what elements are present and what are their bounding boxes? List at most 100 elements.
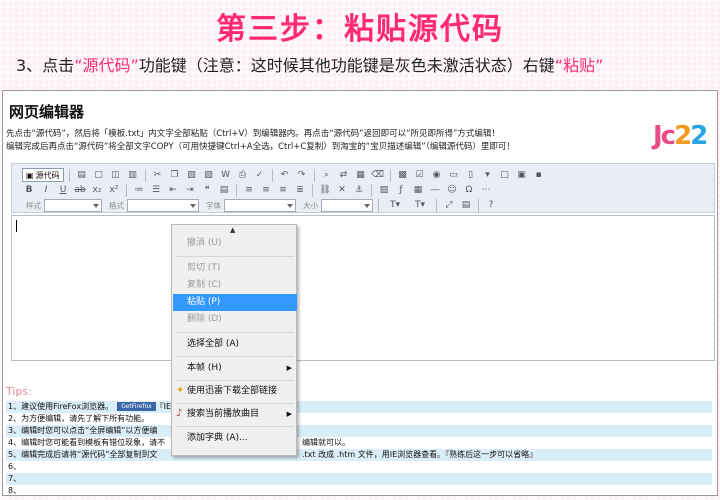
thunder-icon: ✦ bbox=[176, 385, 185, 396]
hr-icon[interactable]: ― bbox=[428, 183, 442, 197]
superscript-icon[interactable]: x² bbox=[107, 183, 121, 197]
new-page-icon[interactable]: ▢ bbox=[92, 168, 106, 182]
context-menu: ▲ 撤消 (U) 剪切 (T) 复制 (C) 粘贴 (P) 删除 (D) 选择全… bbox=[171, 224, 297, 456]
unlink-icon[interactable]: ✕ bbox=[335, 183, 349, 197]
redo-icon[interactable]: ↷ bbox=[295, 168, 309, 182]
editor-instructions: 先点击“源代码”，然后将「模板.txt」内文字全部粘贴（Ctrl+V）到编辑器内… bbox=[6, 128, 515, 154]
image-button-icon[interactable]: ▣ bbox=[515, 168, 529, 182]
anchor-icon[interactable]: ⚓ bbox=[352, 183, 366, 197]
bulleted-list-icon[interactable]: ☰ bbox=[149, 183, 163, 197]
numbered-list-icon[interactable]: ≔ bbox=[132, 183, 146, 197]
bold-icon[interactable]: B bbox=[22, 183, 36, 197]
menu-item-paste[interactable]: 粘贴 (P) bbox=[173, 294, 297, 311]
paste-icon[interactable]: ▧ bbox=[185, 168, 199, 182]
menu-item-search-track[interactable]: ♪ 搜索当前播放曲目 ▶ bbox=[173, 406, 297, 423]
italic-icon[interactable]: I bbox=[39, 183, 53, 197]
subscript-icon[interactable]: x₂ bbox=[90, 183, 104, 197]
tip-row: 6、 bbox=[8, 462, 22, 471]
align-left-icon[interactable]: ≡ bbox=[242, 183, 256, 197]
step-title: 第三步：粘贴源代码 bbox=[216, 12, 504, 47]
indent-icon[interactable]: ⇥ bbox=[183, 183, 197, 197]
menu-item-add-dictionary[interactable]: 添加字典 (A)... bbox=[173, 430, 297, 447]
flash-icon[interactable]: ƒ bbox=[394, 183, 408, 197]
hidden-field-icon[interactable]: ▪ bbox=[532, 168, 546, 182]
jc22-logo: Jc22 bbox=[653, 121, 708, 151]
link-icon[interactable]: ⛓ bbox=[318, 183, 332, 197]
show-blocks-icon[interactable]: ▤ bbox=[459, 198, 473, 212]
paste-text-icon[interactable]: ▨ bbox=[202, 168, 216, 182]
menu-item-select-all[interactable]: 选择全部 (A) bbox=[173, 336, 297, 353]
text-color-icon[interactable]: T▾ bbox=[384, 198, 406, 212]
pagebreak-icon[interactable]: ⋯ bbox=[479, 183, 493, 197]
step-description: 3、点击“源代码”功能键（注意：这时候其他功能键是灰色未激活状态）右键“粘贴” bbox=[16, 52, 716, 76]
select-all-icon[interactable]: ▦ bbox=[354, 168, 368, 182]
cut-icon[interactable]: ✂ bbox=[151, 168, 165, 182]
bg-color-icon[interactable]: T▾ bbox=[409, 198, 431, 212]
about-icon[interactable]: ? bbox=[484, 198, 498, 212]
toolbar-row-2: B I U ab x₂ x² ≔ ☰ ⇤ ⇥ ❝ ▤ ≡ ≡ ≡ ≣ ⛓ ✕ ⚓… bbox=[22, 182, 493, 198]
paste-word-icon[interactable]: W bbox=[219, 168, 233, 182]
editing-area[interactable] bbox=[11, 215, 715, 361]
style-label: 样式 bbox=[26, 200, 41, 210]
print-icon[interactable]: ⎙ bbox=[236, 168, 250, 182]
menu-item-delete[interactable]: 删除 (D) bbox=[173, 311, 297, 328]
editor-screenshot: 网页编辑器 先点击“源代码”，然后将「模板.txt」内文字全部粘贴（Ctrl+V… bbox=[2, 90, 718, 496]
maximize-icon[interactable]: ⤢ bbox=[442, 198, 456, 212]
menu-item-this-frame[interactable]: 本帧 (H) ▶ bbox=[173, 360, 297, 377]
smiley-icon[interactable]: ☺ bbox=[445, 183, 459, 197]
form-icon[interactable]: ▩ bbox=[396, 168, 410, 182]
submenu-arrow-icon: ▶ bbox=[286, 364, 292, 372]
align-right-icon[interactable]: ≡ bbox=[276, 183, 290, 197]
underline-icon[interactable]: U bbox=[56, 183, 70, 197]
menu-item-cut[interactable]: 剪切 (T) bbox=[173, 260, 297, 277]
checkbox-icon[interactable]: ☑ bbox=[413, 168, 427, 182]
special-char-icon[interactable]: Ω bbox=[462, 183, 476, 197]
step-desc-prefix: 3、点击 bbox=[16, 56, 75, 75]
tip-row: 8、 bbox=[8, 486, 22, 495]
preview-icon[interactable]: ◫ bbox=[109, 168, 123, 182]
radio-icon[interactable]: ◉ bbox=[430, 168, 444, 182]
select-field-icon[interactable]: ▾ bbox=[481, 168, 495, 182]
copy-icon[interactable]: ❐ bbox=[168, 168, 182, 182]
undo-icon[interactable]: ↶ bbox=[278, 168, 292, 182]
text-caret bbox=[16, 220, 17, 232]
image-icon[interactable]: ▨ bbox=[377, 183, 391, 197]
remove-format-icon[interactable]: ⌫ bbox=[371, 168, 385, 182]
outdent-icon[interactable]: ⇤ bbox=[166, 183, 180, 197]
font-label: 字体 bbox=[206, 200, 221, 210]
table-icon[interactable]: ▦ bbox=[411, 183, 425, 197]
save-icon[interactable]: ▤ bbox=[75, 168, 89, 182]
tip-row: 7、 bbox=[6, 473, 712, 485]
find-icon[interactable]: ⌕ bbox=[320, 168, 334, 182]
menu-item-copy[interactable]: 复制 (C) bbox=[173, 277, 297, 294]
button-field-icon[interactable]: □ bbox=[498, 168, 512, 182]
align-center-icon[interactable]: ≡ bbox=[259, 183, 273, 197]
firefox-badge[interactable]: GetFirefox bbox=[117, 402, 156, 411]
textarea-icon[interactable]: ▯ bbox=[464, 168, 478, 182]
editor-toolbar: ▣ 源代码 ▤ ▢ ◫ ▥ ✂ ❐ ▧ ▨ W ⎙ ✓ ↶ ↷ ⌕ ⇄ ▦ ⌫ ▩… bbox=[11, 163, 715, 213]
strike-icon[interactable]: ab bbox=[73, 183, 87, 197]
tip-row: 4、编辑时您可能看到模板有错位现象，请不 编辑就可以。 bbox=[8, 438, 350, 447]
textfield-icon[interactable]: ▭ bbox=[447, 168, 461, 182]
template-icon[interactable]: ▥ bbox=[126, 168, 140, 182]
editor-title: 网页编辑器 bbox=[9, 103, 85, 121]
justify-icon[interactable]: ≣ bbox=[293, 183, 307, 197]
instruction-line: 先点击“源代码”，然后将「模板.txt」内文字全部粘贴（Ctrl+V）到编辑器内… bbox=[6, 129, 500, 139]
replace-icon[interactable]: ⇄ bbox=[337, 168, 351, 182]
font-select[interactable] bbox=[224, 198, 296, 212]
spellcheck-icon[interactable]: ✓ bbox=[253, 168, 267, 182]
format-select[interactable] bbox=[127, 198, 199, 212]
size-select[interactable] bbox=[321, 198, 373, 212]
menu-item-undo[interactable]: 撤消 (U) bbox=[173, 235, 297, 252]
tip-row: 1、建议使用FireFox浏览器。 GetFirefox 『IE bbox=[6, 401, 712, 413]
instruction-line: 编辑完成后再点击“源代码”将全部文字COPY（可用快捷键Ctrl+A全选，Ctr… bbox=[6, 142, 515, 152]
scroll-up-icon[interactable]: ▲ bbox=[230, 226, 235, 234]
source-code-button[interactable]: ▣ 源代码 bbox=[22, 168, 64, 182]
menu-item-thunder-download[interactable]: ✦ 使用迅雷下载全部链接 bbox=[173, 383, 297, 400]
div-icon[interactable]: ▤ bbox=[217, 183, 231, 197]
step-desc-middle: 功能键（注意：这时候其他功能键是灰色未激活状态）右键 bbox=[138, 56, 555, 75]
blockquote-icon[interactable]: ❝ bbox=[200, 183, 214, 197]
tips-label: Tips: bbox=[6, 385, 32, 398]
style-select[interactable] bbox=[44, 198, 102, 212]
step-desc-highlight-source: “源代码” bbox=[74, 56, 139, 75]
